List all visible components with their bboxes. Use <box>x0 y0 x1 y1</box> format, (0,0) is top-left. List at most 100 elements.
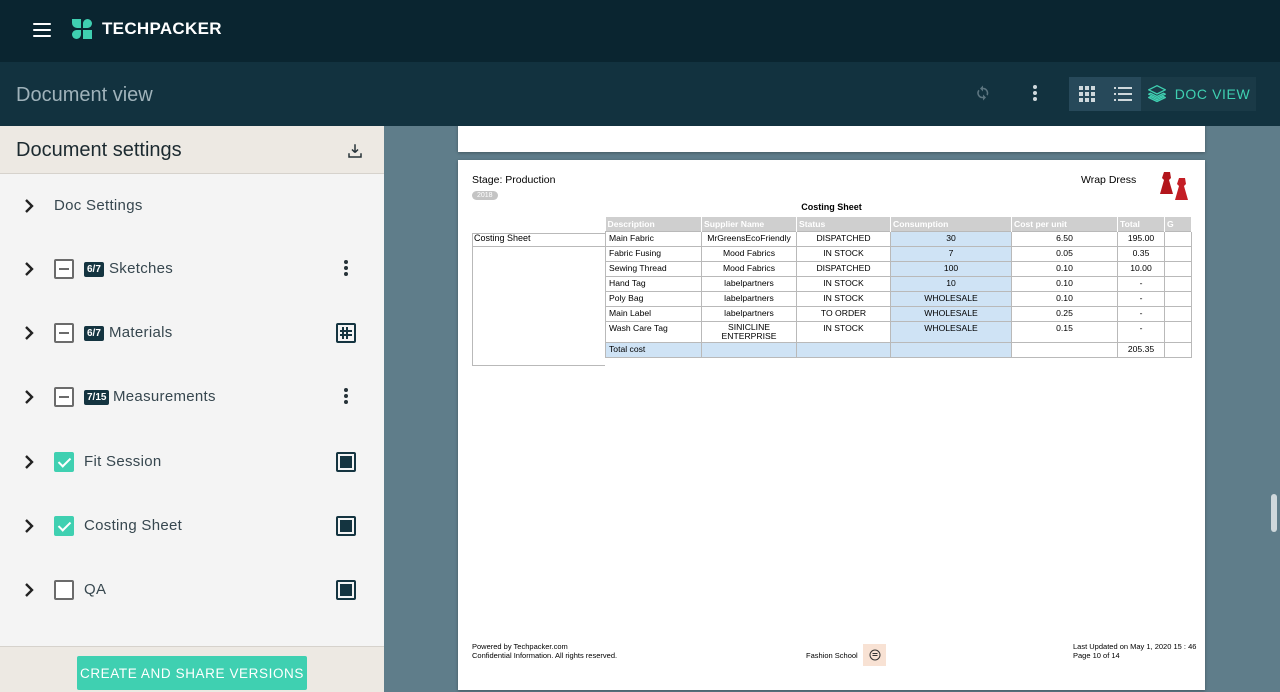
chevron-right-icon[interactable] <box>24 454 34 470</box>
brand-name: TECHPACKER <box>102 19 222 38</box>
sidebar-item-label: Sketches <box>109 260 174 277</box>
previous-page <box>458 126 1205 152</box>
full-page-layout-icon[interactable] <box>336 516 356 536</box>
footer-left: Powered by Techpacker.com Confidential I… <box>472 642 617 660</box>
cell-total: 0.35 <box>1117 245 1165 262</box>
full-page-layout-icon[interactable] <box>336 580 356 600</box>
document-preview: Stage: Production 2018 Wrap Dress Costin… <box>384 126 1280 692</box>
cell-status: DISPATCHED <box>796 230 891 247</box>
cell-status: IN STOCK <box>796 245 891 262</box>
cell-description: Poly Bag <box>605 290 702 307</box>
powered-by: Powered by Techpacker.com <box>472 642 568 651</box>
menu-icon[interactable] <box>33 23 51 37</box>
product-name: Wrap Dress <box>1081 174 1137 186</box>
last-updated: Last Updated on May 1, 2020 15 : 46 <box>1073 642 1197 651</box>
panel-title: Document settings <box>16 139 182 161</box>
more-vert-icon[interactable] <box>1029 85 1041 103</box>
panel-header: Document settings <box>0 126 384 174</box>
sidebar-item-costing-sheet[interactable]: Costing Sheet <box>0 506 384 546</box>
cell-total: - <box>1117 320 1165 343</box>
sidebar-item-label: Doc Settings <box>54 197 143 214</box>
more-vert-icon[interactable] <box>340 388 352 406</box>
total-label: Total cost <box>605 341 702 358</box>
chevron-right-icon[interactable] <box>24 261 34 277</box>
column-header: Description <box>605 217 702 231</box>
cell-description: Hand Tag <box>605 275 702 292</box>
grid-view-icon <box>1079 86 1095 102</box>
cell-description: Main Label <box>605 305 702 322</box>
cell-consumption: WHOLESALE <box>890 305 1012 322</box>
sketches-checkbox[interactable] <box>54 259 74 279</box>
cell-status: IN STOCK <box>796 290 891 307</box>
chevron-right-icon[interactable] <box>24 325 34 341</box>
cell-g <box>1164 275 1192 292</box>
column-header: Status <box>796 217 891 231</box>
count-badge: 6/7 <box>84 326 104 341</box>
cell-g <box>1164 305 1192 322</box>
total-row: Total cost 205.35 <box>605 341 1192 358</box>
grid-view-button[interactable] <box>1069 77 1105 111</box>
panel-footer: CREATE AND SHARE VERSIONS <box>0 646 384 692</box>
cell-cost: 0.10 <box>1011 275 1118 292</box>
cell-status: IN STOCK <box>796 275 891 292</box>
brand-logo[interactable]: TECHPACKER <box>72 19 222 39</box>
cell-cost: 0.10 <box>1011 260 1118 277</box>
table-row: Main Label labelpartners TO ORDER WHOLES… <box>605 305 1192 322</box>
chevron-right-icon[interactable] <box>24 198 34 214</box>
column-header: G <box>1164 217 1192 231</box>
cell-status: TO ORDER <box>796 305 891 322</box>
product-thumbnail-icon <box>1160 172 1188 200</box>
school-name: Fashion School <box>806 651 858 660</box>
doc-view-button[interactable]: DOC VIEW <box>1141 77 1256 111</box>
cell-total: - <box>1117 305 1165 322</box>
chevron-right-icon[interactable] <box>24 389 34 405</box>
scrollbar-thumb[interactable] <box>1271 494 1277 532</box>
chevron-right-icon[interactable] <box>24 582 34 598</box>
measurements-checkbox[interactable] <box>54 387 74 407</box>
table-row: Hand Tag labelpartners IN STOCK 10 0.10 … <box>605 275 1192 292</box>
cell-consumption: WHOLESALE <box>890 290 1012 307</box>
sidebar-item-measurements[interactable]: 7/15 Measurements <box>0 377 384 417</box>
total-value: 205.35 <box>1117 341 1165 358</box>
sidebar-item-label: QA <box>84 581 107 598</box>
costing-sheet-checkbox[interactable] <box>54 516 74 536</box>
cell-empty <box>796 341 891 358</box>
download-icon[interactable] <box>346 142 364 160</box>
materials-checkbox[interactable] <box>54 323 74 343</box>
cell-cost: 0.10 <box>1011 290 1118 307</box>
column-header: Consumption <box>890 217 1012 231</box>
sidebar-item-fit-session[interactable]: Fit Session <box>0 442 384 482</box>
cell-description: Main Fabric <box>605 230 702 247</box>
chevron-right-icon[interactable] <box>24 518 34 534</box>
cell-g <box>1164 260 1192 277</box>
cell-empty <box>1011 341 1118 358</box>
create-and-share-versions-button[interactable]: CREATE AND SHARE VERSIONS <box>77 656 307 690</box>
table-layout-icon[interactable] <box>336 323 356 343</box>
cell-supplier: labelpartners <box>701 290 797 307</box>
sidebar-item-materials[interactable]: 6/7 Materials <box>0 313 384 353</box>
cell-supplier: Mood Fabrics <box>701 245 797 262</box>
cell-total: 195.00 <box>1117 230 1165 247</box>
cell-description: Fabric Fusing <box>605 245 702 262</box>
list-view-button[interactable] <box>1105 77 1141 111</box>
full-page-layout-icon[interactable] <box>336 452 356 472</box>
cell-consumption: WHOLESALE <box>890 320 1012 343</box>
qa-checkbox[interactable] <box>54 580 74 600</box>
column-header: Cost per unit <box>1011 217 1118 231</box>
refresh-icon[interactable] <box>974 84 992 102</box>
school-logo-icon <box>863 644 886 666</box>
cell-empty <box>890 341 1012 358</box>
sidebar-item-label: Fit Session <box>84 453 162 470</box>
cell-total: - <box>1117 290 1165 307</box>
cell-consumption: 7 <box>890 245 1012 262</box>
fit-session-checkbox[interactable] <box>54 452 74 472</box>
cell-total: 10.00 <box>1117 260 1165 277</box>
sidebar-item-label: Materials <box>109 324 173 341</box>
more-vert-icon[interactable] <box>340 260 352 278</box>
cell-description: Sewing Thread <box>605 260 702 277</box>
cell-cost: 0.15 <box>1011 320 1118 343</box>
sidebar-item-sketches[interactable]: 6/7 Sketches <box>0 249 384 289</box>
sidebar-item-doc-settings[interactable]: Doc Settings <box>0 186 384 226</box>
cell-cost: 6.50 <box>1011 230 1118 247</box>
sidebar-item-qa[interactable]: QA <box>0 570 384 610</box>
